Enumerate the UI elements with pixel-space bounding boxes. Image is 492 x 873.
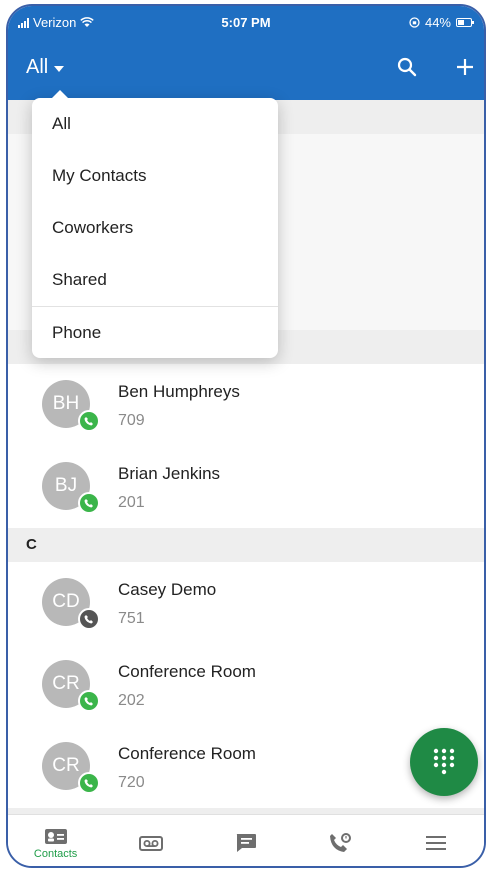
rotation-lock-icon [409, 17, 420, 28]
battery-percent: 44% [424, 15, 451, 30]
contact-name: Conference Room [118, 662, 256, 681]
contact-name: Brian Jenkins [118, 464, 221, 483]
menu-icon [426, 835, 447, 850]
contact-name: Conference Room [118, 744, 256, 763]
phone-presence-icon [78, 410, 100, 432]
phone-frame: Verizon 5:07 PM 44% All BH Ben Humphreys… [6, 4, 486, 868]
bottom-navigation: Contacts [8, 814, 484, 866]
contact-row[interactable]: CR Conference Room 202 [8, 644, 484, 726]
battery: 44% [409, 15, 474, 30]
add-contact-button[interactable] [452, 54, 478, 80]
filter-label: All [26, 56, 49, 78]
phone-presence-icon [78, 608, 100, 630]
contact-extension: 751 [118, 610, 145, 627]
contact-filter-button[interactable]: All [26, 56, 65, 79]
nav-contacts[interactable]: Contacts [8, 815, 103, 866]
chat-icon [236, 833, 256, 852]
contact-row[interactable]: CD Casey Demo 751 [8, 562, 484, 644]
call-history-icon [330, 832, 352, 852]
plus-icon [457, 59, 473, 75]
contacts-icon [44, 828, 67, 844]
battery-icon [456, 18, 474, 27]
menu-item-my-contacts[interactable]: My Contacts [32, 150, 278, 202]
nav-voicemail[interactable] [103, 815, 198, 866]
caret-down-icon [54, 66, 65, 72]
section-header-c: C [8, 528, 484, 562]
contact-row[interactable]: BH Ben Humphreys 709 [8, 364, 484, 446]
search-button[interactable] [394, 54, 420, 80]
app-header: Verizon 5:07 PM 44% All [8, 6, 484, 100]
contact-name: Casey Demo [118, 580, 217, 599]
phone-presence-icon [78, 492, 100, 514]
contact-extension: 720 [118, 774, 145, 791]
status-bar: Verizon 5:07 PM 44% [8, 6, 484, 36]
menu-item-shared[interactable]: Shared [32, 254, 278, 306]
contact-extension: 201 [118, 494, 145, 511]
contact-extension: 202 [118, 692, 145, 709]
nav-call-history[interactable] [294, 815, 389, 866]
menu-item-all[interactable]: All [32, 98, 278, 150]
menu-item-coworkers[interactable]: Coworkers [32, 202, 278, 254]
search-icon [397, 57, 417, 77]
nav-menu[interactable] [389, 815, 484, 866]
nav-chat[interactable] [198, 815, 293, 866]
nav-contacts-label: Contacts [33, 847, 78, 860]
phone-presence-icon [78, 690, 100, 712]
dialpad-button[interactable] [410, 728, 478, 796]
contact-extension: 709 [118, 412, 145, 429]
contact-row[interactable]: BJ Brian Jenkins 201 [8, 446, 484, 528]
contact-name: Ben Humphreys [118, 382, 240, 401]
voicemail-icon [138, 835, 163, 851]
menu-item-phone[interactable]: Phone [32, 307, 278, 359]
phone-presence-icon [78, 772, 100, 794]
dialpad-icon [433, 748, 455, 775]
filter-dropdown-menu: All My Contacts Coworkers Shared Phone [32, 90, 278, 359]
